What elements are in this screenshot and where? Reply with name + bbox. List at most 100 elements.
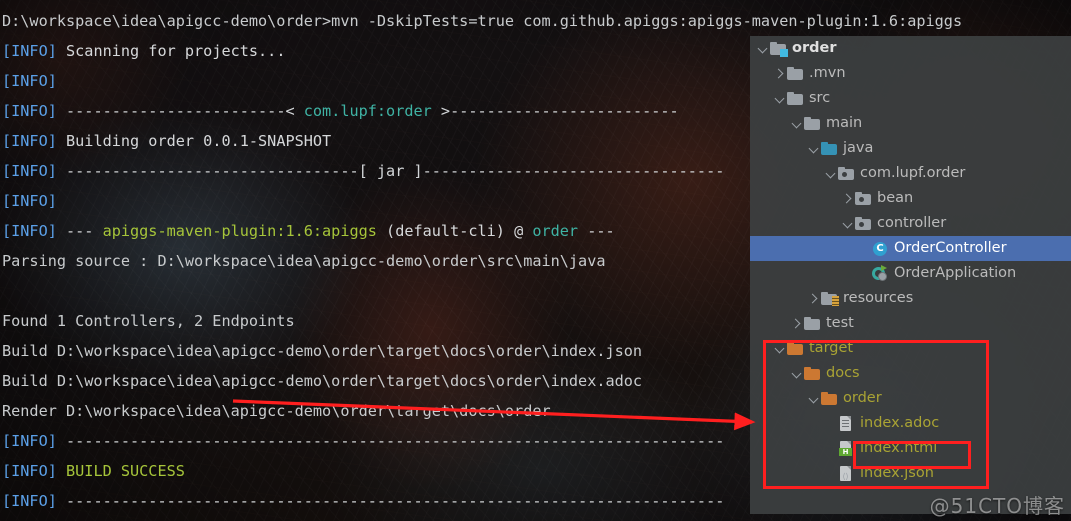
tree-node-index-html[interactable]: Hindex.html bbox=[750, 436, 1071, 461]
console-text-segment: [INFO] bbox=[2, 132, 57, 150]
tree-node-test[interactable]: test bbox=[750, 311, 1071, 336]
resources-folder-icon bbox=[821, 291, 839, 306]
chevron-down-icon[interactable] bbox=[841, 217, 855, 231]
tree-node-resources[interactable]: resources bbox=[750, 286, 1071, 311]
folder-icon bbox=[787, 66, 804, 81]
chevron-down-icon[interactable] bbox=[773, 342, 787, 356]
tree-node-label: .mvn bbox=[809, 65, 846, 82]
chevron-right-icon[interactable] bbox=[773, 67, 787, 81]
project-tree-panel[interactable]: order .mvn src main java com.lupf.order bean co… bbox=[750, 36, 1071, 514]
tree-node-index-json[interactable]: ⟨⟩ index.json bbox=[750, 461, 1071, 486]
chevron-down-icon[interactable] bbox=[824, 167, 838, 181]
console-text-segment: [INFO] bbox=[2, 222, 57, 240]
chevron-right-icon[interactable] bbox=[807, 292, 821, 306]
html-tag-badge: H bbox=[839, 448, 852, 456]
folder-icon bbox=[804, 316, 821, 331]
console-text-segment: ----------------------------------------… bbox=[56, 432, 725, 450]
tree-node-bean[interactable]: bean bbox=[750, 186, 1071, 211]
tree-node-label: index.html bbox=[860, 440, 938, 457]
chevron-right-icon[interactable] bbox=[790, 317, 804, 331]
package-icon bbox=[855, 191, 872, 206]
package-icon bbox=[855, 216, 872, 231]
screenshot-root: D:\workspace\idea\apigcc-demo\order>mvn … bbox=[0, 0, 1071, 521]
folder-icon bbox=[787, 91, 804, 106]
spring-gear bbox=[878, 272, 887, 281]
console-text-segment: D:\workspace\idea\apigcc-demo\order>mvn … bbox=[2, 12, 963, 30]
tree-node-target[interactable]: target bbox=[750, 336, 1071, 361]
console-text-segment: Found 1 Controllers, 2 Endpoints bbox=[2, 312, 295, 330]
console-text-segment: [INFO] bbox=[2, 192, 57, 210]
html-file-icon: H bbox=[838, 441, 855, 456]
tree-node-orderapplication[interactable]: OrderApplication bbox=[750, 261, 1071, 286]
console-text-segment: (default-cli) bbox=[376, 222, 505, 240]
console-text-segment: BUILD SUCCESS bbox=[56, 462, 185, 480]
console-text-segment: ----------------------------------------… bbox=[56, 492, 725, 510]
tree-node-label: java bbox=[843, 140, 874, 157]
tree-node--mvn[interactable]: .mvn bbox=[750, 61, 1071, 86]
console-text-segment: Building order 0.0.1-SNAPSHOT bbox=[56, 132, 332, 150]
console-text-segment: --- bbox=[56, 222, 103, 240]
excluded-folder-icon bbox=[821, 391, 838, 406]
tree-node-label: docs bbox=[826, 365, 860, 382]
tree-node-java[interactable]: java bbox=[750, 136, 1071, 161]
console-line: D:\workspace\idea\apigcc-demo\order>mvn … bbox=[2, 6, 1071, 36]
tree-node-label: order bbox=[843, 390, 882, 407]
chevron-down-icon[interactable] bbox=[756, 42, 770, 56]
chevron-down-icon[interactable] bbox=[790, 117, 804, 131]
console-text-segment: [INFO] bbox=[2, 492, 57, 510]
module-folder-icon bbox=[770, 41, 788, 57]
console-text-segment: @ bbox=[504, 222, 533, 240]
package-icon bbox=[838, 166, 855, 181]
tree-node-label: src bbox=[809, 90, 831, 107]
chevron-down-icon[interactable] bbox=[773, 92, 787, 106]
json-tag-badge: ⟨⟩ bbox=[842, 471, 849, 481]
spring-run-arrow bbox=[881, 265, 887, 271]
adoc-file-icon bbox=[838, 416, 855, 431]
spring-boot-icon bbox=[872, 265, 889, 281]
tree-node-index-adoc[interactable]: index.adoc bbox=[750, 411, 1071, 436]
console-text-segment: Build D:\workspace\idea\apigcc-demo\orde… bbox=[2, 372, 643, 390]
console-text-segment: [INFO] bbox=[2, 42, 57, 60]
tree-node-label: OrderApplication bbox=[894, 265, 1017, 282]
chevron-down-icon[interactable] bbox=[790, 367, 804, 381]
console-text-segment: ------------------------< bbox=[56, 102, 304, 120]
chevron-down-icon[interactable] bbox=[807, 392, 821, 406]
chevron-right-icon[interactable] bbox=[841, 192, 855, 206]
console-text-segment: [INFO] bbox=[2, 462, 57, 480]
console-line: [INFO] Total time: 2.785 s bbox=[2, 516, 1071, 521]
tree-node-label: test bbox=[826, 315, 854, 332]
console-text-segment: [INFO] bbox=[2, 162, 57, 180]
tree-node-main[interactable]: main bbox=[750, 111, 1071, 136]
tree-node-docs[interactable]: docs bbox=[750, 361, 1071, 386]
chevron-down-icon[interactable] bbox=[807, 142, 821, 156]
tree-node-label: com.lupf.order bbox=[860, 165, 966, 182]
console-text-segment: --------------------------------[ jar ]-… bbox=[56, 162, 725, 180]
tree-node-label: resources bbox=[843, 290, 914, 307]
console-text-segment: Render D:\workspace\idea\apigcc-demo\ord… bbox=[2, 402, 551, 420]
tree-node-label: target bbox=[809, 340, 854, 357]
tree-node-controller[interactable]: controller bbox=[750, 211, 1071, 236]
tree-node-com-lupf-order[interactable]: com.lupf.order bbox=[750, 161, 1071, 186]
console-text-segment: >------------------------- bbox=[431, 102, 679, 120]
tree-node-ordercontroller[interactable]: C OrderController bbox=[750, 236, 1071, 261]
module-badge bbox=[780, 49, 788, 57]
tree-node-label: bean bbox=[877, 190, 914, 207]
console-text-segment: Scanning for projects... bbox=[56, 42, 286, 60]
java-class-icon: C bbox=[872, 241, 889, 256]
tree-node-label: OrderController bbox=[894, 240, 1007, 257]
tree-node-order[interactable]: order bbox=[750, 386, 1071, 411]
tree-node-label: controller bbox=[877, 215, 947, 232]
package-dot bbox=[859, 222, 864, 227]
console-text-segment: Build D:\workspace\idea\apigcc-demo\orde… bbox=[2, 342, 643, 360]
tree-node-src[interactable]: src bbox=[750, 86, 1071, 111]
resources-stripes bbox=[832, 296, 839, 306]
tree-node-order[interactable]: order bbox=[750, 36, 1071, 61]
console-text-segment: apiggs-maven-plugin:1.6:apiggs bbox=[102, 222, 377, 240]
tree-node-label: order bbox=[792, 40, 837, 57]
package-dot bbox=[842, 172, 847, 177]
console-text-segment: order bbox=[532, 222, 579, 240]
